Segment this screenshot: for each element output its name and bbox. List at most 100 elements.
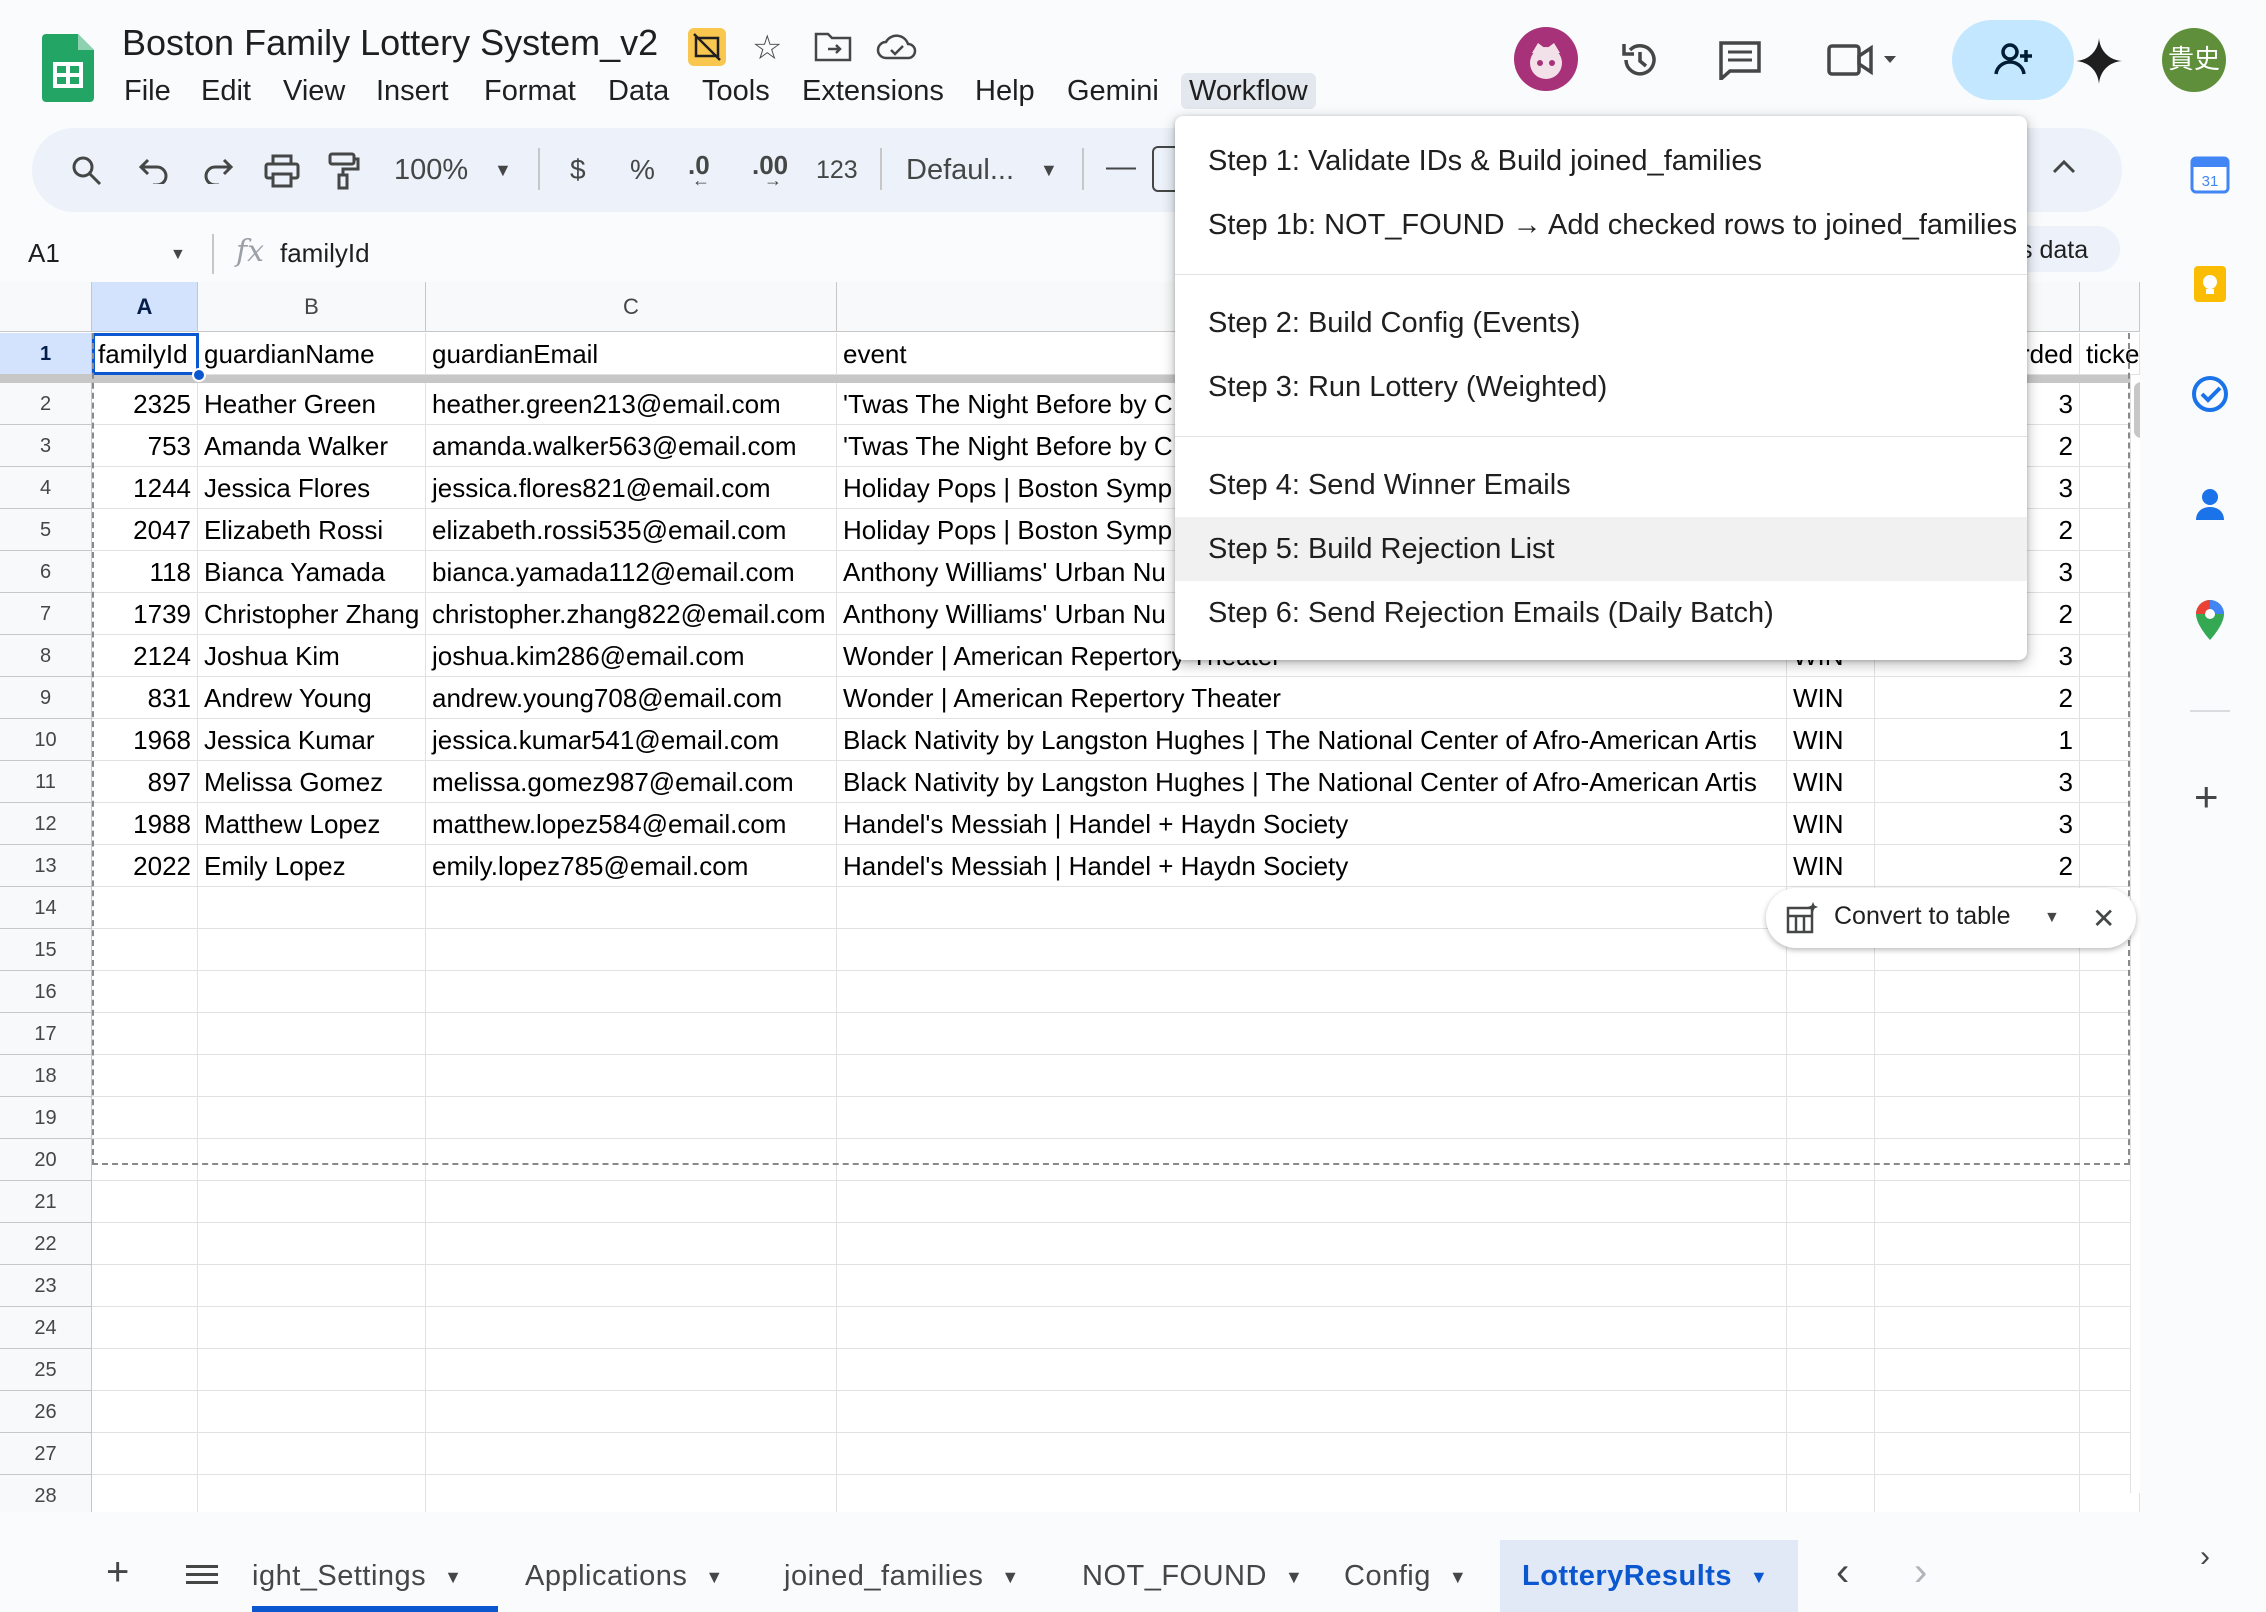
print-icon[interactable]	[264, 154, 300, 193]
collapse-toolbar-icon[interactable]	[2050, 156, 2078, 181]
empty-cell[interactable]	[92, 1265, 198, 1307]
select-all-corner[interactable]	[0, 282, 92, 332]
row-header[interactable]: 24	[0, 1307, 92, 1349]
zoom-chevron-down-icon[interactable]: ▼	[494, 160, 512, 181]
empty-cell[interactable]	[198, 1307, 426, 1349]
row-header[interactable]: 15	[0, 929, 92, 971]
row-header[interactable]: 20	[0, 1139, 92, 1181]
row-header[interactable]: 25	[0, 1349, 92, 1391]
row-header[interactable]: 8	[0, 635, 92, 677]
empty-cell[interactable]	[92, 1349, 198, 1391]
convert-to-table-label[interactable]: Convert to table	[1834, 902, 2011, 931]
menu-item-step-1[interactable]: Step 1: Validate IDs & Build joined_fami…	[1175, 129, 2027, 193]
add-sheet-icon[interactable]: +	[106, 1552, 129, 1592]
empty-cell[interactable]	[198, 1433, 426, 1475]
empty-cell[interactable]	[837, 1181, 1787, 1223]
paint-format-icon[interactable]	[328, 152, 360, 195]
scroll-tabs-right-icon[interactable]: ›	[1914, 1550, 1927, 1595]
contacts-icon[interactable]	[2190, 484, 2230, 524]
menu-file[interactable]: File	[116, 73, 179, 109]
empty-cell[interactable]	[426, 1223, 837, 1265]
chevron-down-icon[interactable]: ▼	[1750, 1567, 1768, 1587]
empty-cell[interactable]	[1787, 1391, 1875, 1433]
empty-cell[interactable]	[92, 1223, 198, 1265]
row-header[interactable]: 4	[0, 467, 92, 509]
sheet-tab-ight-settings[interactable]: ight_Settings ▼	[252, 1540, 463, 1612]
empty-cell[interactable]	[837, 1265, 1787, 1307]
empty-cell[interactable]	[1787, 1265, 1875, 1307]
row-header[interactable]: 13	[0, 845, 92, 887]
menu-gemini[interactable]: Gemini	[1059, 73, 1167, 109]
column-header-c[interactable]: C	[426, 282, 837, 332]
empty-cell[interactable]	[426, 1307, 837, 1349]
column-header-g[interactable]	[2080, 282, 2140, 332]
row-header[interactable]: 5	[0, 509, 92, 551]
sheet-tab-applications[interactable]: Applications ▼	[525, 1540, 724, 1612]
row-header[interactable]: 17	[0, 1013, 92, 1055]
empty-cell[interactable]	[198, 1475, 426, 1512]
sheet-tab-lottery-results[interactable]: LotteryResults ▼	[1500, 1540, 1798, 1612]
menu-item-step-3[interactable]: Step 3: Run Lottery (Weighted)	[1175, 355, 2027, 419]
move-folder-icon[interactable]	[814, 30, 852, 67]
empty-cell[interactable]	[92, 1475, 198, 1512]
row-header[interactable]: 7	[0, 593, 92, 635]
chevron-down-icon[interactable]: ▼	[1001, 1567, 1019, 1587]
zoom-select[interactable]: 100%	[394, 154, 468, 187]
row-header[interactable]: 23	[0, 1265, 92, 1307]
document-title[interactable]: Boston Family Lottery System_v2	[122, 22, 658, 64]
row-header[interactable]: 26	[0, 1391, 92, 1433]
empty-cell[interactable]	[1787, 1475, 1875, 1512]
empty-cell[interactable]	[837, 1223, 1787, 1265]
row-header[interactable]: 6	[0, 551, 92, 593]
menu-view[interactable]: View	[275, 73, 353, 109]
menu-format[interactable]: Format	[476, 73, 584, 109]
empty-cell[interactable]	[426, 1433, 837, 1475]
empty-cell[interactable]	[92, 1181, 198, 1223]
name-box-chevron-down-icon[interactable]: ▼	[170, 246, 186, 264]
row-header[interactable]: 2	[0, 383, 92, 425]
empty-cell[interactable]	[837, 1307, 1787, 1349]
calendar-icon[interactable]: 31	[2190, 154, 2230, 194]
version-history-icon[interactable]	[1618, 38, 1662, 87]
empty-cell[interactable]	[198, 1223, 426, 1265]
empty-cell[interactable]	[1875, 1307, 2080, 1349]
row-header[interactable]: 11	[0, 761, 92, 803]
vertical-scrollbar-track[interactable]	[2130, 375, 2140, 1493]
menu-insert[interactable]: Insert	[368, 73, 457, 109]
sheet-tab-config[interactable]: Config ▼	[1344, 1540, 1467, 1612]
column-header-a[interactable]: A	[92, 282, 198, 332]
scroll-tabs-left-icon[interactable]: ‹	[1836, 1550, 1849, 1595]
name-box[interactable]: A1	[28, 238, 60, 269]
more-formats-button[interactable]: 123	[816, 156, 858, 185]
empty-cell[interactable]	[1875, 1223, 2080, 1265]
chevron-down-icon[interactable]: ▼	[444, 1567, 462, 1587]
sheet-tab-joined-families[interactable]: joined_families ▼	[784, 1540, 1020, 1612]
format-percent-button[interactable]: %	[630, 154, 655, 186]
empty-cell[interactable]	[1787, 1223, 1875, 1265]
row-header[interactable]: 12	[0, 803, 92, 845]
row-header[interactable]: 16	[0, 971, 92, 1013]
menu-edit[interactable]: Edit	[193, 73, 259, 109]
keep-icon[interactable]	[2190, 264, 2230, 304]
empty-cell[interactable]	[1875, 1181, 2080, 1223]
chevron-down-icon[interactable]: ▼	[705, 1567, 723, 1587]
all-sheets-menu-icon[interactable]	[186, 1563, 218, 1592]
row-header[interactable]: 14	[0, 887, 92, 929]
maps-icon[interactable]	[2190, 598, 2230, 640]
font-size-decrease-button[interactable]: —	[1106, 150, 1136, 184]
star-icon[interactable]: ☆	[752, 28, 782, 68]
sheets-logo-icon[interactable]	[42, 34, 94, 102]
gemini-spark-icon[interactable]	[2076, 38, 2122, 89]
empty-cell[interactable]	[426, 1475, 837, 1512]
empty-cell[interactable]	[198, 1391, 426, 1433]
empty-cell[interactable]	[1875, 1433, 2080, 1475]
row-header[interactable]: 1	[0, 333, 92, 375]
row-header[interactable]: 21	[0, 1181, 92, 1223]
convert-chevron-down-icon[interactable]: ▼	[2044, 909, 2060, 927]
empty-cell[interactable]	[1787, 1433, 1875, 1475]
empty-cell[interactable]	[1787, 1181, 1875, 1223]
menu-item-step-6[interactable]: Step 6: Send Rejection Emails (Daily Bat…	[1175, 581, 2027, 645]
formula-input[interactable]: familyId	[280, 238, 370, 269]
menu-data[interactable]: Data	[600, 73, 677, 109]
tasks-icon[interactable]	[2190, 374, 2230, 414]
